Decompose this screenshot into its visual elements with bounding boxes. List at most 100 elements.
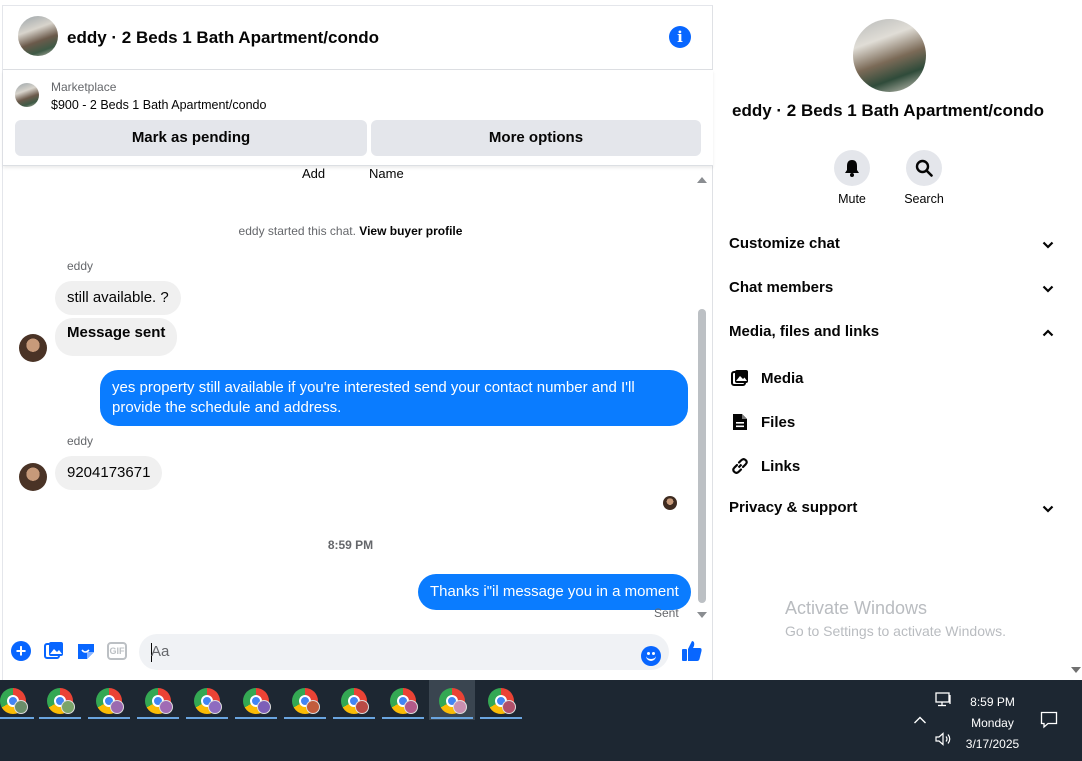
bell-icon xyxy=(834,150,870,186)
chevron-down-icon xyxy=(1042,505,1054,513)
emoji-icon[interactable] xyxy=(641,646,661,666)
taskbar-chrome-app[interactable] xyxy=(331,680,377,720)
chrome-icon xyxy=(243,688,271,714)
listing-profile-image[interactable] xyxy=(853,19,926,92)
sticker-icon[interactable] xyxy=(75,640,97,662)
links-label: Links xyxy=(761,457,801,475)
taskbar-chrome-app[interactable] xyxy=(0,680,36,720)
taskbar-chrome-app[interactable] xyxy=(184,680,230,720)
clock-time: 8:59 PM xyxy=(970,695,1015,709)
link-icon xyxy=(729,455,751,477)
clock-day: Monday xyxy=(971,716,1014,730)
notification-icon[interactable] xyxy=(1040,711,1058,732)
customize-chat-label: Customize chat xyxy=(729,235,840,252)
incoming-message[interactable]: Message sent xyxy=(55,318,178,356)
chat-members-row[interactable]: Chat members xyxy=(729,279,1054,301)
image-icon xyxy=(729,367,751,389)
sender-name: eddy xyxy=(67,259,94,273)
timestamp-separator: 8:59 PM xyxy=(327,538,374,552)
network-icon[interactable] xyxy=(935,692,953,711)
composer: + GIF Aa xyxy=(3,628,713,678)
message-scrollbar[interactable] xyxy=(696,171,708,623)
thumbs-up-icon[interactable] xyxy=(679,638,705,664)
scroll-down-arrow[interactable] xyxy=(697,612,707,618)
files-item[interactable]: Files xyxy=(729,411,795,433)
privacy-support-row[interactable]: Privacy & support xyxy=(729,499,1054,521)
chrome-icon xyxy=(194,688,222,714)
taskbar-chrome-app-active[interactable] xyxy=(429,680,475,720)
outgoing-message[interactable]: Thanks i"il message you in a moment xyxy=(418,574,691,610)
media-files-links-label: Media, files and links xyxy=(729,323,880,340)
page-scrollbar[interactable] xyxy=(1070,5,1082,680)
incoming-message[interactable]: 9204173671 xyxy=(55,456,163,490)
chrome-icon xyxy=(341,688,369,714)
gif-icon[interactable]: GIF xyxy=(107,642,127,660)
chat-members-label: Chat members xyxy=(729,279,834,296)
search-label: Search xyxy=(904,192,944,206)
chevron-up-icon[interactable] xyxy=(913,714,927,728)
marketplace-label: Marketplace xyxy=(51,80,117,94)
plus-icon[interactable]: + xyxy=(11,641,31,661)
chat-header: eddy · 2 Beds 1 Bath Apartment/condo i xyxy=(3,6,713,70)
taskbar-chrome-app[interactable] xyxy=(233,680,279,720)
chrome-icon xyxy=(292,688,320,714)
chrome-icon xyxy=(488,688,516,714)
mute-button[interactable]: Mute xyxy=(822,150,882,206)
incoming-message[interactable]: still available. ? xyxy=(55,281,181,315)
cut-off-label-name: Name xyxy=(369,166,404,181)
more-options-button[interactable]: More options xyxy=(371,120,701,156)
taskbar-chrome-app[interactable] xyxy=(380,680,426,720)
listing-thumbnail[interactable] xyxy=(15,83,39,107)
listing-avatar[interactable] xyxy=(18,16,58,56)
chevron-down-icon xyxy=(1042,285,1054,293)
files-label: Files xyxy=(761,413,796,431)
media-label: Media xyxy=(761,369,804,387)
taskbar-chrome-app[interactable] xyxy=(478,680,524,720)
photo-icon[interactable] xyxy=(43,640,65,662)
chrome-icon xyxy=(145,688,173,714)
windows-taskbar: 8:59 PM Monday 3/17/2025 xyxy=(0,680,1082,761)
info-icon[interactable]: i xyxy=(669,26,691,48)
read-receipt-avatar xyxy=(663,496,677,510)
view-buyer-profile-link[interactable]: View buyer profile xyxy=(359,224,462,238)
chat-title[interactable]: eddy · 2 Beds 1 Bath Apartment/condo xyxy=(67,28,379,48)
scroll-thumb[interactable] xyxy=(698,309,706,603)
message-input[interactable]: Aa xyxy=(139,634,669,670)
message-list[interactable]: Add Name eddy started this chat. View bu… xyxy=(3,166,698,626)
scroll-down-arrow[interactable] xyxy=(1071,667,1081,673)
mark-pending-button[interactable]: Mark as pending xyxy=(15,120,367,156)
chrome-icon xyxy=(47,688,75,714)
sender-avatar[interactable] xyxy=(19,463,47,491)
watermark-title: Activate Windows xyxy=(785,598,928,618)
cut-off-label-add: Add xyxy=(302,166,326,181)
taskbar-chrome-app[interactable] xyxy=(282,680,328,720)
taskbar-chrome-app[interactable] xyxy=(86,680,132,720)
volume-icon[interactable] xyxy=(935,732,953,749)
message-status: Sent xyxy=(654,606,679,620)
chrome-icon xyxy=(439,688,467,714)
marketplace-bar: Marketplace $900 - 2 Beds 1 Bath Apartme… xyxy=(3,70,713,166)
input-placeholder: Aa xyxy=(151,643,170,660)
chevron-up-icon xyxy=(1042,329,1054,337)
sender-name: eddy xyxy=(67,434,94,448)
system-clock[interactable]: 8:59 PM Monday 3/17/2025 xyxy=(955,692,1030,755)
chrome-icon xyxy=(0,688,28,714)
outgoing-message[interactable]: yes property still available if you're i… xyxy=(100,370,688,426)
panel-title: eddy · 2 Beds 1 Bath Apartment/condo xyxy=(731,101,1045,120)
privacy-support-label: Privacy & support xyxy=(729,499,858,516)
taskbar-chrome-app[interactable] xyxy=(37,680,83,720)
chat-pane: eddy · 2 Beds 1 Bath Apartment/condo i M… xyxy=(2,5,713,680)
media-files-links-row[interactable]: Media, files and links xyxy=(729,323,1054,345)
listing-title[interactable]: $900 - 2 Beds 1 Bath Apartment/condo xyxy=(51,98,266,112)
taskbar-chrome-app[interactable] xyxy=(135,680,181,720)
search-icon xyxy=(906,150,942,186)
chevron-down-icon xyxy=(1042,241,1054,249)
sender-avatar[interactable] xyxy=(19,334,47,362)
search-button[interactable]: Search xyxy=(894,150,954,206)
watermark-subtitle: Go to Settings to activate Windows. xyxy=(785,623,1006,639)
media-item[interactable]: Media xyxy=(729,367,804,389)
activate-windows-watermark: Activate Windows Go to Settings to activ… xyxy=(785,598,1006,639)
links-item[interactable]: Links xyxy=(729,455,800,477)
customize-chat-row[interactable]: Customize chat xyxy=(729,235,1054,257)
scroll-up-arrow[interactable] xyxy=(697,177,707,183)
